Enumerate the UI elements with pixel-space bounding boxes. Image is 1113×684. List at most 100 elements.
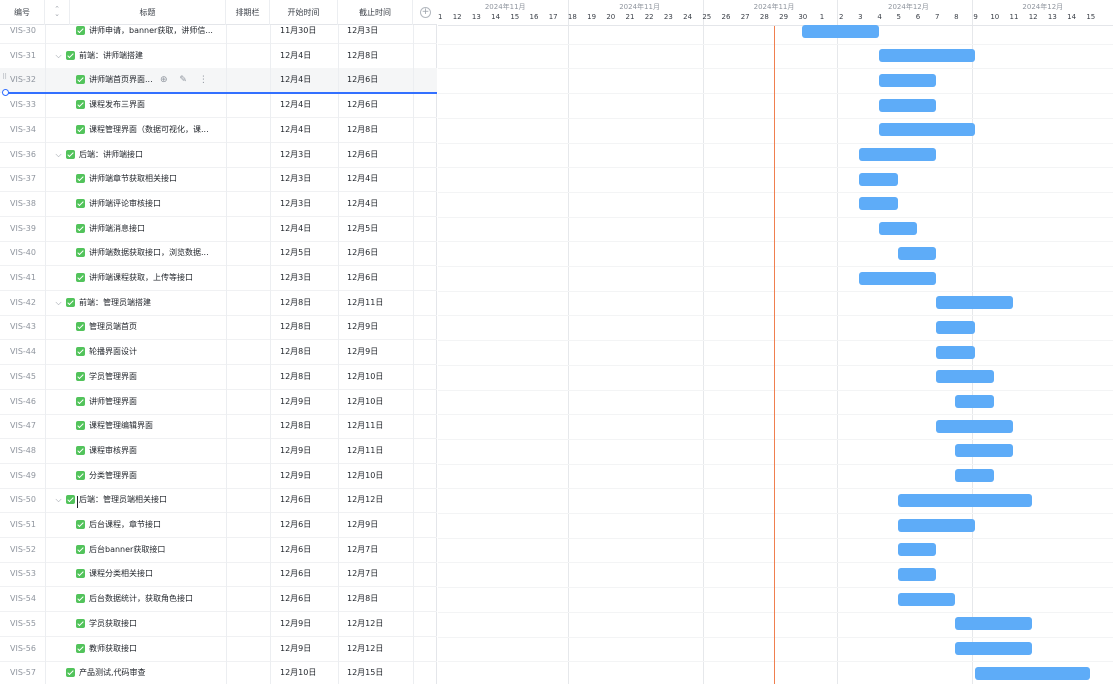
task-start-date[interactable]: 12月6日 — [280, 538, 338, 562]
task-start-date[interactable]: 12月9日 — [280, 464, 338, 488]
task-title[interactable]: 讲师端评论审核接口 — [89, 192, 222, 216]
task-end-date[interactable]: 12月4日 — [347, 167, 413, 191]
gantt-bar[interactable] — [897, 246, 937, 260]
task-title[interactable]: 课程管理界面（数据可视化，课... — [89, 118, 222, 142]
task-title[interactable]: 讲师申请，banner获取，讲师信... — [89, 19, 222, 43]
task-end-date[interactable]: 12月7日 — [347, 562, 413, 586]
checkbox-checked-icon[interactable] — [76, 347, 85, 357]
task-start-date[interactable]: 12月6日 — [280, 513, 338, 537]
task-start-date[interactable]: 12月8日 — [280, 414, 338, 438]
checkbox-checked-icon[interactable] — [76, 544, 85, 554]
table-row[interactable]: VIS-31 ⌵ 前端：讲师端搭建 12月4日 12月8日 — [0, 44, 437, 69]
task-title[interactable]: 学员管理界面 — [89, 365, 222, 389]
table-row[interactable]: VIS-53 课程分类相关接口 12月6日 12月7日 — [0, 562, 437, 588]
checkbox-checked-icon[interactable] — [76, 75, 85, 85]
task-title[interactable]: 讲师端消息接口 — [89, 217, 222, 241]
checkbox-checked-icon[interactable] — [76, 569, 85, 579]
checkbox-checked-icon[interactable] — [76, 26, 85, 35]
gantt-bar[interactable] — [859, 197, 898, 211]
task-start-date[interactable]: 12月3日 — [280, 192, 338, 216]
gantt-bar[interactable] — [936, 320, 975, 334]
checkbox-checked-icon[interactable] — [76, 223, 85, 233]
task-end-date[interactable]: 12月10日 — [347, 365, 413, 389]
add-column-icon[interactable]: + — [420, 7, 431, 18]
gantt-bar[interactable] — [878, 123, 975, 137]
task-title[interactable]: 讲师管理界面 — [89, 390, 222, 414]
task-start-date[interactable]: 12月4日 — [280, 93, 338, 117]
checkbox-checked-icon[interactable] — [66, 495, 75, 505]
task-end-date[interactable]: 12月8日 — [347, 587, 413, 611]
gantt-bar[interactable] — [955, 617, 1033, 631]
task-end-date[interactable]: 12月11日 — [347, 414, 413, 438]
task-title[interactable]: 管理员端首页 — [89, 315, 222, 339]
checkbox-checked-icon[interactable] — [66, 50, 75, 60]
gantt-bar[interactable] — [955, 642, 1033, 655]
task-end-date[interactable]: 12月11日 — [347, 291, 413, 315]
task-end-date[interactable]: 12月15日 — [347, 661, 413, 684]
task-start-date[interactable]: 12月6日 — [280, 562, 338, 586]
gantt-bar[interactable] — [936, 370, 994, 384]
task-end-date[interactable]: 12月6日 — [347, 93, 413, 117]
checkbox-checked-icon[interactable] — [76, 396, 85, 406]
task-end-date[interactable]: 12月3日 — [347, 19, 413, 43]
table-row[interactable]: VIS-52 后台banner获取接口 12月6日 12月7日 — [0, 538, 437, 563]
task-title[interactable]: 课程审核界面 — [89, 439, 222, 463]
chevron-down-icon[interactable]: ⌵ — [54, 44, 63, 68]
task-end-date[interactable]: 12月12日 — [347, 488, 413, 512]
checkbox-checked-icon[interactable] — [76, 421, 85, 431]
gantt-bar[interactable] — [878, 49, 975, 63]
table-row[interactable]: VIS-57 产品测试,代码审查 12月10日 12月15日 — [0, 661, 437, 684]
task-title[interactable]: 课程分类相关接口 — [89, 562, 222, 586]
task-end-date[interactable]: 12月9日 — [347, 340, 413, 364]
table-row[interactable]: VIS-38 讲师端评论审核接口 12月3日 12月4日 — [0, 192, 437, 217]
task-title[interactable]: 后台数据统计，获取角色接口 — [89, 587, 222, 611]
gantt-bar[interactable] — [974, 666, 1090, 680]
task-start-date[interactable]: 12月4日 — [280, 68, 338, 92]
task-end-date[interactable]: 12月6日 — [347, 68, 413, 92]
checkbox-checked-icon[interactable] — [76, 100, 85, 110]
task-start-date[interactable]: 12月10日 — [280, 661, 338, 684]
task-start-date[interactable]: 11月30日 — [280, 19, 338, 43]
task-end-date[interactable]: 12月6日 — [347, 143, 413, 167]
checkbox-checked-icon[interactable] — [76, 248, 85, 258]
gantt-bar[interactable] — [801, 24, 879, 38]
checkbox-checked-icon[interactable] — [76, 198, 85, 208]
task-start-date[interactable]: 12月8日 — [280, 291, 338, 315]
drag-handle-icon[interactable]: ⠿ — [2, 74, 7, 81]
gantt-bar[interactable] — [859, 148, 937, 161]
table-row[interactable]: VIS-50 ⌵ 后端：管理员端相关接口 12月6日 12月12日 — [0, 488, 437, 514]
table-row[interactable]: VIS-49 分类管理界面 12月9日 12月10日 — [0, 464, 437, 489]
task-start-date[interactable]: 12月6日 — [280, 587, 338, 611]
task-title[interactable]: 讲师端首页界面... — [89, 68, 159, 92]
gantt-bar[interactable] — [955, 444, 1013, 458]
checkbox-checked-icon[interactable] — [76, 643, 85, 653]
task-start-date[interactable]: 12月3日 — [280, 266, 338, 290]
gantt-bar[interactable] — [897, 567, 937, 581]
task-start-date[interactable]: 12月8日 — [280, 365, 338, 389]
task-end-date[interactable]: 12月12日 — [347, 612, 413, 636]
task-start-date[interactable]: 12月9日 — [280, 637, 338, 661]
checkbox-checked-icon[interactable] — [76, 520, 85, 529]
checkbox-checked-icon[interactable] — [76, 445, 85, 455]
checkbox-checked-icon[interactable] — [76, 174, 85, 184]
task-start-date[interactable]: 12月9日 — [280, 612, 338, 636]
gantt-bar[interactable] — [897, 543, 937, 557]
checkbox-checked-icon[interactable] — [76, 124, 85, 134]
task-start-date[interactable]: 12月8日 — [280, 340, 338, 364]
gantt-bar[interactable] — [955, 469, 994, 483]
table-row[interactable]: VIS-47 课程管理编辑界面 12月8日 12月11日 — [0, 414, 437, 440]
gantt-bar[interactable] — [859, 271, 937, 285]
task-end-date[interactable]: 12月5日 — [347, 217, 413, 241]
table-row[interactable]: VIS-41 讲师端课程获取，上传等接口 12月3日 12月6日 — [0, 266, 437, 291]
add-subtask-icon[interactable]: ⊕ — [160, 68, 168, 92]
task-end-date[interactable]: 12月9日 — [347, 513, 413, 537]
task-start-date[interactable]: 12月4日 — [280, 118, 338, 142]
task-end-date[interactable]: 12月10日 — [347, 390, 413, 414]
table-row[interactable]: VIS-54 后台数据统计，获取角色接口 12月6日 12月8日 — [0, 587, 437, 613]
task-end-date[interactable]: 12月7日 — [347, 538, 413, 562]
gantt-bar[interactable] — [859, 172, 898, 186]
more-icon[interactable]: ⋮ — [199, 68, 208, 92]
table-row[interactable]: VIS-36 ⌵ 后端：讲师端接口 12月3日 12月6日 — [0, 143, 437, 168]
table-row[interactable]: VIS-43 管理员端首页 12月8日 12月9日 — [0, 315, 437, 341]
table-row[interactable]: VIS-39 讲师端消息接口 12月4日 12月5日 — [0, 217, 437, 242]
